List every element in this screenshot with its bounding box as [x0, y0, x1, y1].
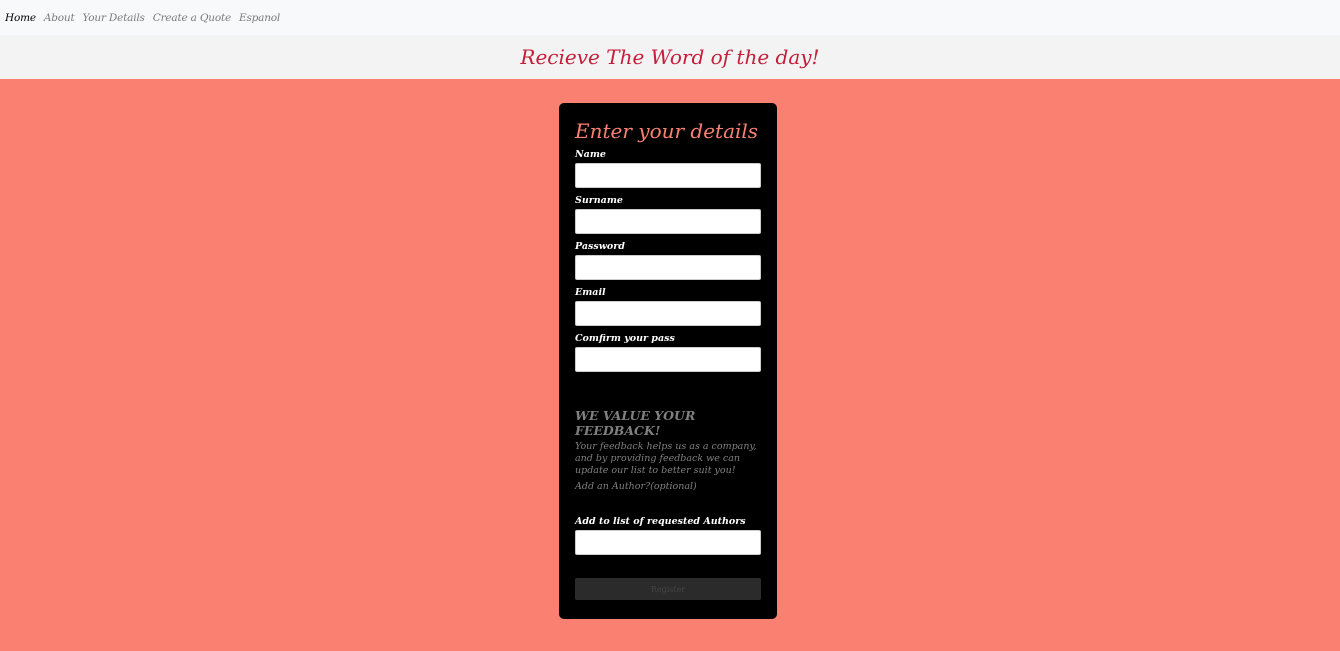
nav-espanol-link[interactable]: Espanol	[239, 12, 280, 24]
confirm-password-label: Comfirm your pass	[575, 333, 675, 344]
password-input[interactable]	[575, 255, 761, 280]
surname-label: Surname	[575, 195, 623, 206]
password-label: Password	[575, 241, 625, 252]
add-author-optional-note: Add an Author?(optional)	[575, 481, 697, 492]
banner-title: Recieve The Word of the day!	[520, 45, 820, 69]
form-title: Enter your details	[575, 119, 759, 143]
name-label: Name	[575, 149, 606, 160]
top-navigation: Home About Your Details Create a Quote E…	[0, 0, 1340, 35]
nav-your-details-link[interactable]: Your Details	[82, 12, 144, 24]
email-label: Email	[575, 287, 606, 298]
details-form: Enter your details Name Surname Password…	[559, 103, 777, 619]
requested-authors-label: Add to list of requested Authors	[575, 516, 746, 527]
banner: Recieve The Word of the day!	[0, 35, 1340, 79]
register-button[interactable]: Register	[575, 578, 761, 600]
surname-input[interactable]	[575, 209, 761, 234]
nav-about-link[interactable]: About	[44, 12, 75, 24]
requested-authors-input[interactable]	[575, 530, 761, 555]
nav-home-link[interactable]: Home	[5, 12, 36, 24]
nav-create-quote-link[interactable]: Create a Quote	[153, 12, 231, 24]
name-input[interactable]	[575, 163, 761, 188]
confirm-password-input[interactable]	[575, 347, 761, 372]
feedback-heading: WE VALUE YOUR FEEDBACK!	[575, 408, 696, 438]
email-input[interactable]	[575, 301, 761, 326]
feedback-description: Your feedback helps us as a company, and…	[575, 441, 757, 476]
